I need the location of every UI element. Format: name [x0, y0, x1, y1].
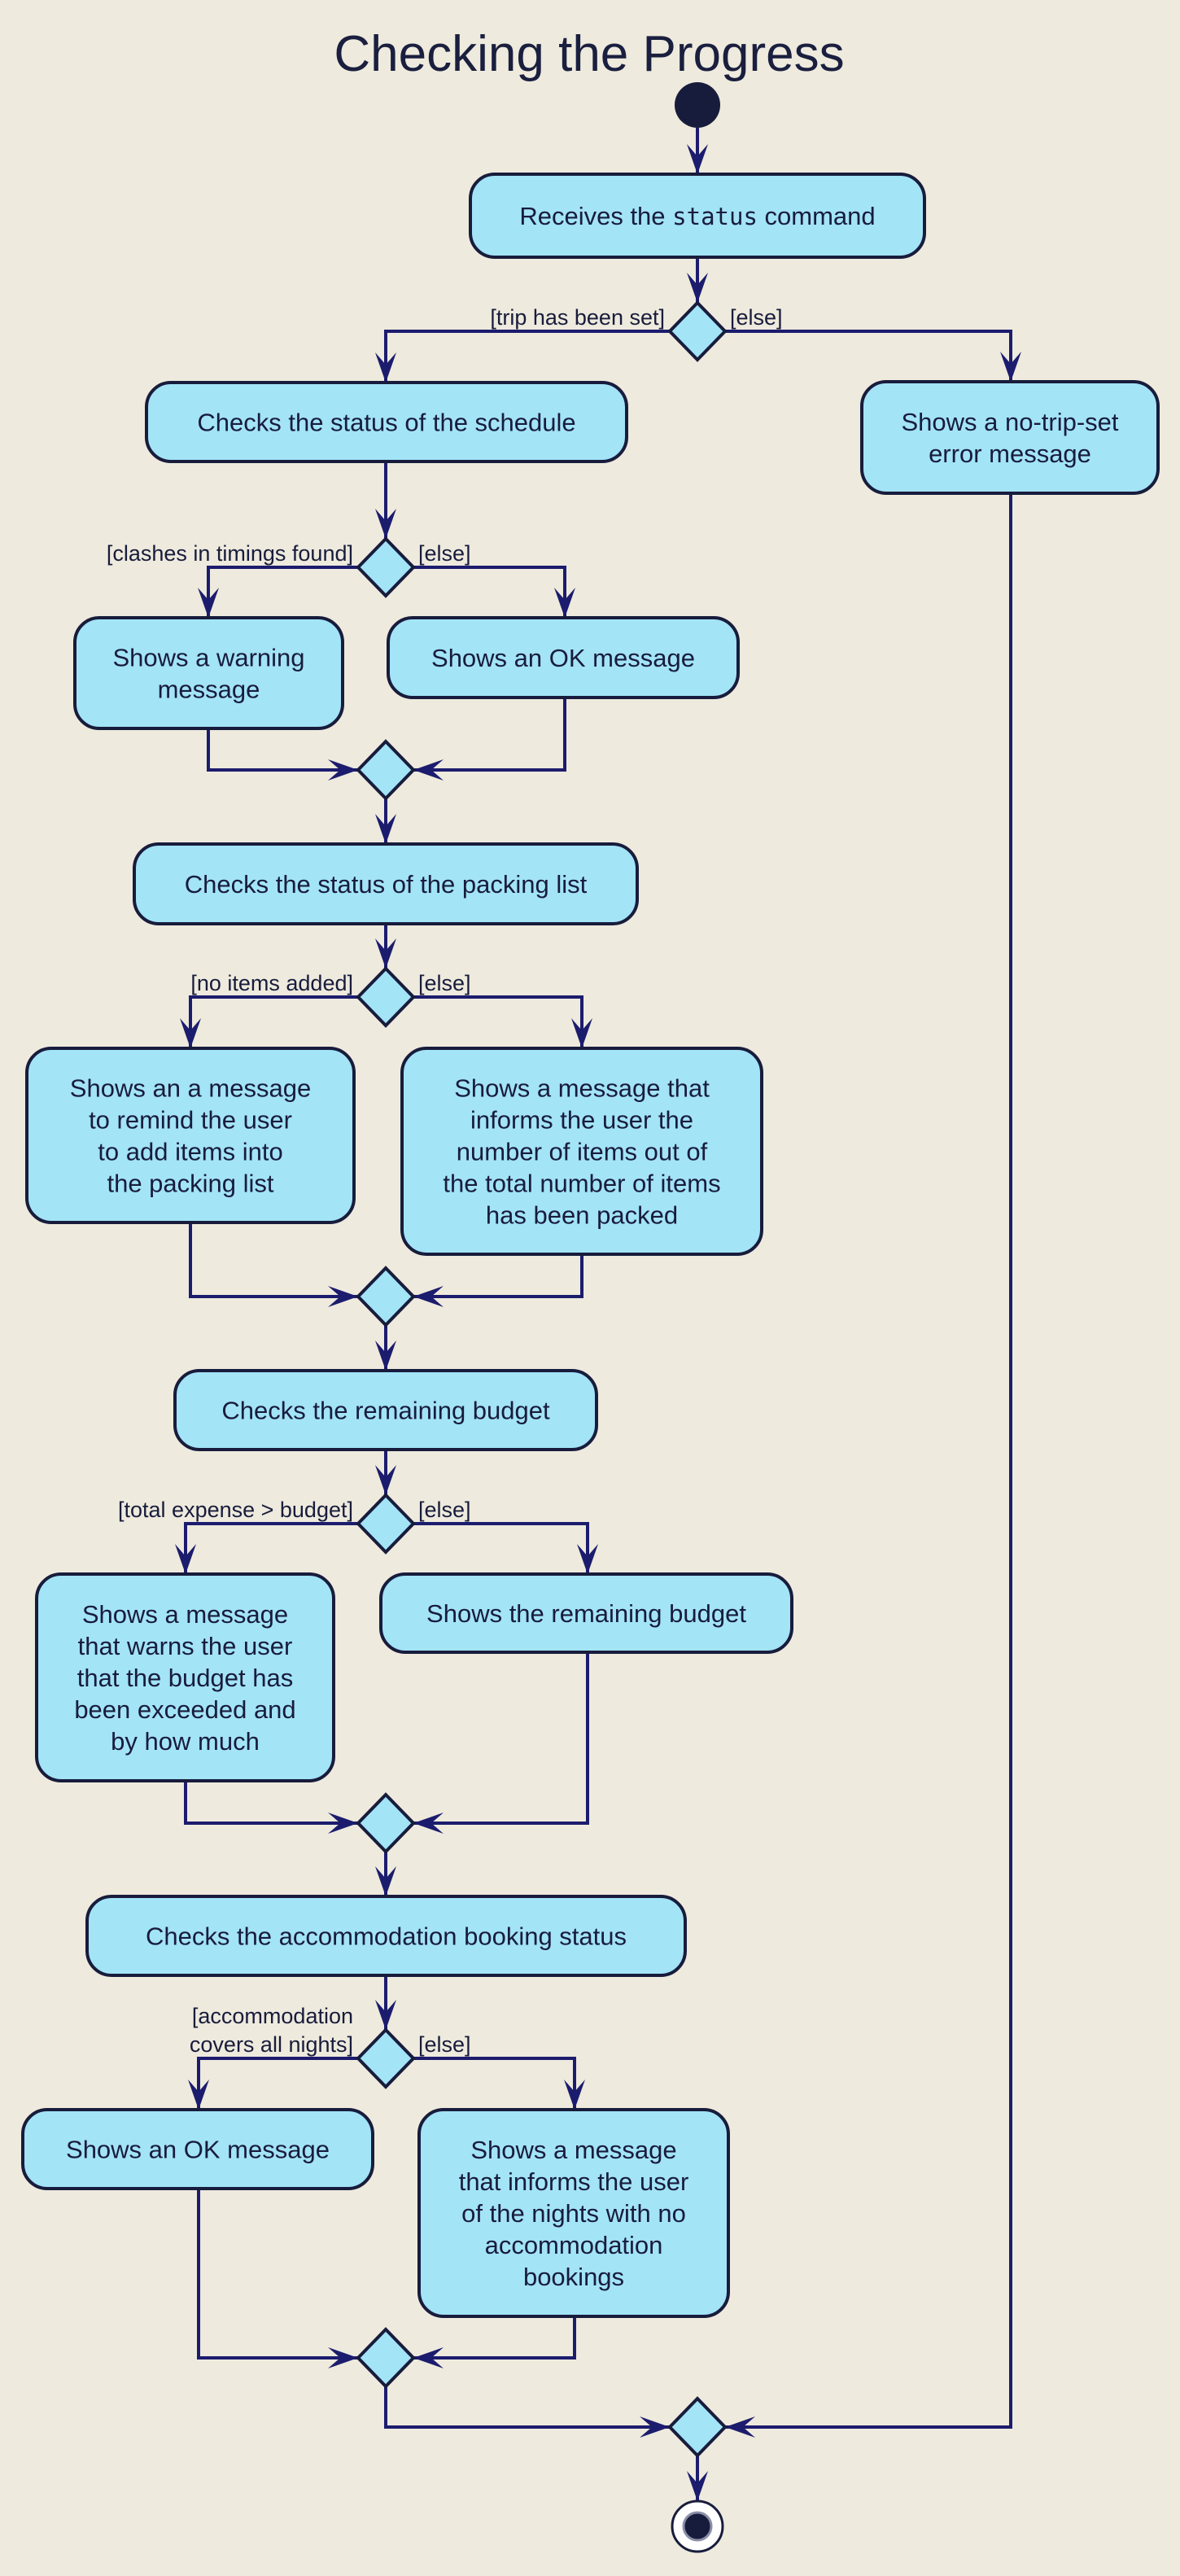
activity-label-part: command — [758, 202, 876, 230]
activity-label: Receives the status command — [519, 202, 875, 230]
guard-label-d2-left: [clashes in timings found] — [107, 541, 353, 566]
activity-ok2: Shows an OK message — [21, 2108, 374, 2190]
guard-label-d5-left: covers all nights] — [190, 2032, 353, 2057]
guard-label-d1-left: [trip has been set] — [490, 305, 665, 330]
activity-label-line: to remind the user — [89, 1106, 292, 1135]
activity-packing: Checks the status of the packing list — [133, 842, 639, 925]
activity-label-line: Checks the remaining budget — [221, 1397, 550, 1425]
activity-label-line: has been packed — [486, 1201, 678, 1230]
activity-label-line: informs the user the — [470, 1106, 693, 1135]
activity-label-line: Shows a no-trip-set — [901, 408, 1118, 436]
activity-budget: Checks the remaining budget — [173, 1369, 598, 1451]
activity-label-line: to add items into — [98, 1138, 282, 1166]
diagram-title: Checking the Progress — [334, 26, 844, 82]
activity-label-line: Shows an a message — [70, 1074, 311, 1103]
start-node — [675, 82, 720, 128]
activity-packed: Shows a message that informs the user the… — [400, 1047, 763, 1256]
activity-label-line: message — [158, 676, 260, 704]
activity-label-line: that informs the user — [459, 2167, 689, 2196]
activity-label-line: the total number of items — [443, 1170, 720, 1198]
activity-label-line: accommodation — [485, 2231, 663, 2259]
guard-label-d5-right: [else] — [418, 2032, 471, 2057]
activity-remind: Shows an a message to remind the user to a… — [25, 1047, 356, 1224]
activity-diagram: Checking the Progress Receives the statu… — [0, 0, 1180, 2576]
guard-label-d4-left: [total expense > budget] — [118, 1498, 353, 1522]
activity-label-line: Shows a message that — [454, 1074, 710, 1103]
activity-label-line: that warns the user — [78, 1632, 293, 1660]
activity-label-line: Checks the status of the schedule — [197, 409, 575, 437]
activity-exceeded: Shows a message that warns the user that t… — [35, 1572, 335, 1782]
activity-label-line: been exceeded and — [74, 1695, 295, 1724]
activity-box — [860, 380, 1160, 495]
guard-label-d3-right: [else] — [418, 971, 471, 995]
activity-label-line: Shows an OK message — [431, 644, 695, 672]
activity-schedule: Checks the status of the schedule — [145, 381, 628, 463]
activity-label-line: Shows the remaining budget — [426, 1599, 746, 1628]
activity-label-line: Checks the status of the packing list — [185, 870, 588, 899]
activity-receive: Receives the status command — [469, 173, 926, 259]
activity-remaining: Shows the remaining budget — [379, 1572, 793, 1654]
activity-label-line: Shows an OK message — [66, 2136, 330, 2164]
activity-label-line: bookings — [523, 2263, 624, 2291]
end-node — [671, 2499, 724, 2553]
activity-label-line: by how much — [111, 1727, 260, 1756]
guard-label-d2-right: [else] — [418, 541, 471, 566]
activity-label-line: number of items out of — [457, 1138, 708, 1166]
activity-label-line: the packing list — [107, 1170, 273, 1198]
activity-box — [73, 616, 344, 730]
activity-label-line: Shows a warning — [112, 644, 304, 672]
activity-ok1: Shows an OK message — [387, 616, 740, 699]
activity-label-line: Shows a message — [82, 1600, 288, 1629]
activity-nights: Shows a message that informs the user of t… — [417, 2108, 730, 2318]
activity-label-line: Checks the accommodation booking status — [146, 1922, 627, 1951]
activity-label-line: error message — [929, 440, 1091, 468]
command-keyword: status — [672, 203, 758, 230]
activity-label-part: Receives the — [519, 202, 672, 230]
guard-label-d1-right: [else] — [730, 305, 783, 330]
end-node-inner — [682, 2511, 713, 2542]
activity-no-trip: Shows a no-trip-set error message — [860, 380, 1160, 495]
activity-label-line: that the budget has — [77, 1664, 293, 1692]
guard-label-d4-right: [else] — [418, 1498, 471, 1522]
guard-label-d5-left: [accommodation — [192, 2004, 353, 2028]
activity-accom: Checks the accommodation booking status — [85, 1895, 687, 1977]
activity-warning: Shows a warning message — [73, 616, 344, 730]
guard-label-d3-left: [no items added] — [190, 971, 353, 995]
activity-label-line: of the nights with no — [461, 2199, 686, 2228]
activity-label-line: Shows a message — [470, 2136, 676, 2164]
